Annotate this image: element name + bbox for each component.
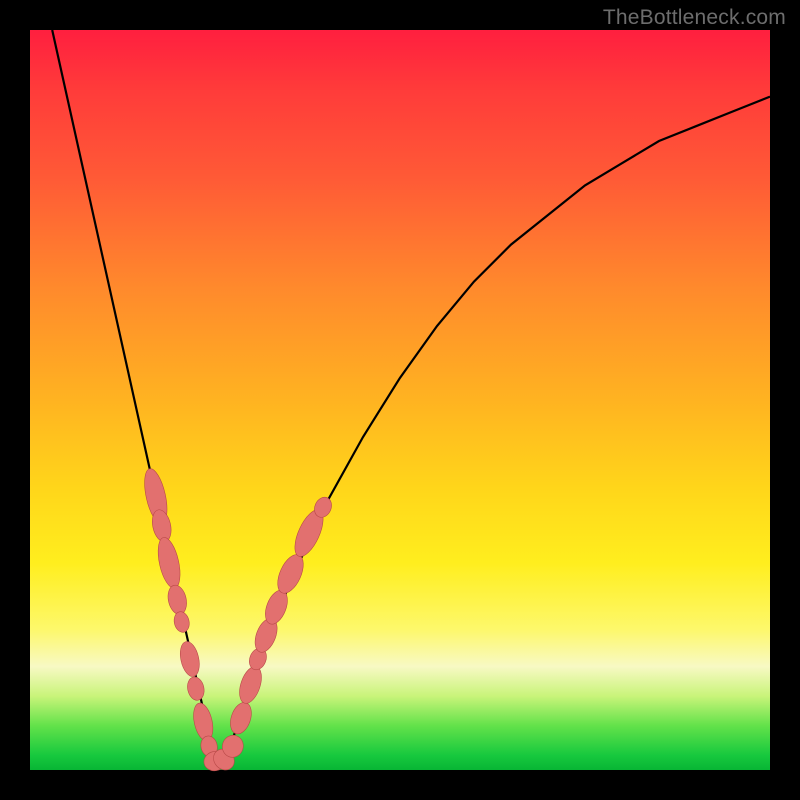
chart-frame: TheBottleneck.com: [0, 0, 800, 800]
bead: [165, 583, 189, 616]
bead: [190, 701, 216, 742]
bead-group: [140, 467, 334, 775]
bead: [227, 700, 256, 737]
watermark-text: TheBottleneck.com: [603, 6, 786, 30]
bead: [172, 610, 191, 634]
bead: [185, 675, 206, 702]
bead: [235, 664, 265, 706]
bead: [177, 640, 202, 679]
bead: [154, 535, 184, 590]
bead: [272, 551, 308, 597]
bottleneck-curve: [52, 30, 770, 763]
curve-svg: [30, 30, 770, 770]
plot-area: [30, 30, 770, 770]
